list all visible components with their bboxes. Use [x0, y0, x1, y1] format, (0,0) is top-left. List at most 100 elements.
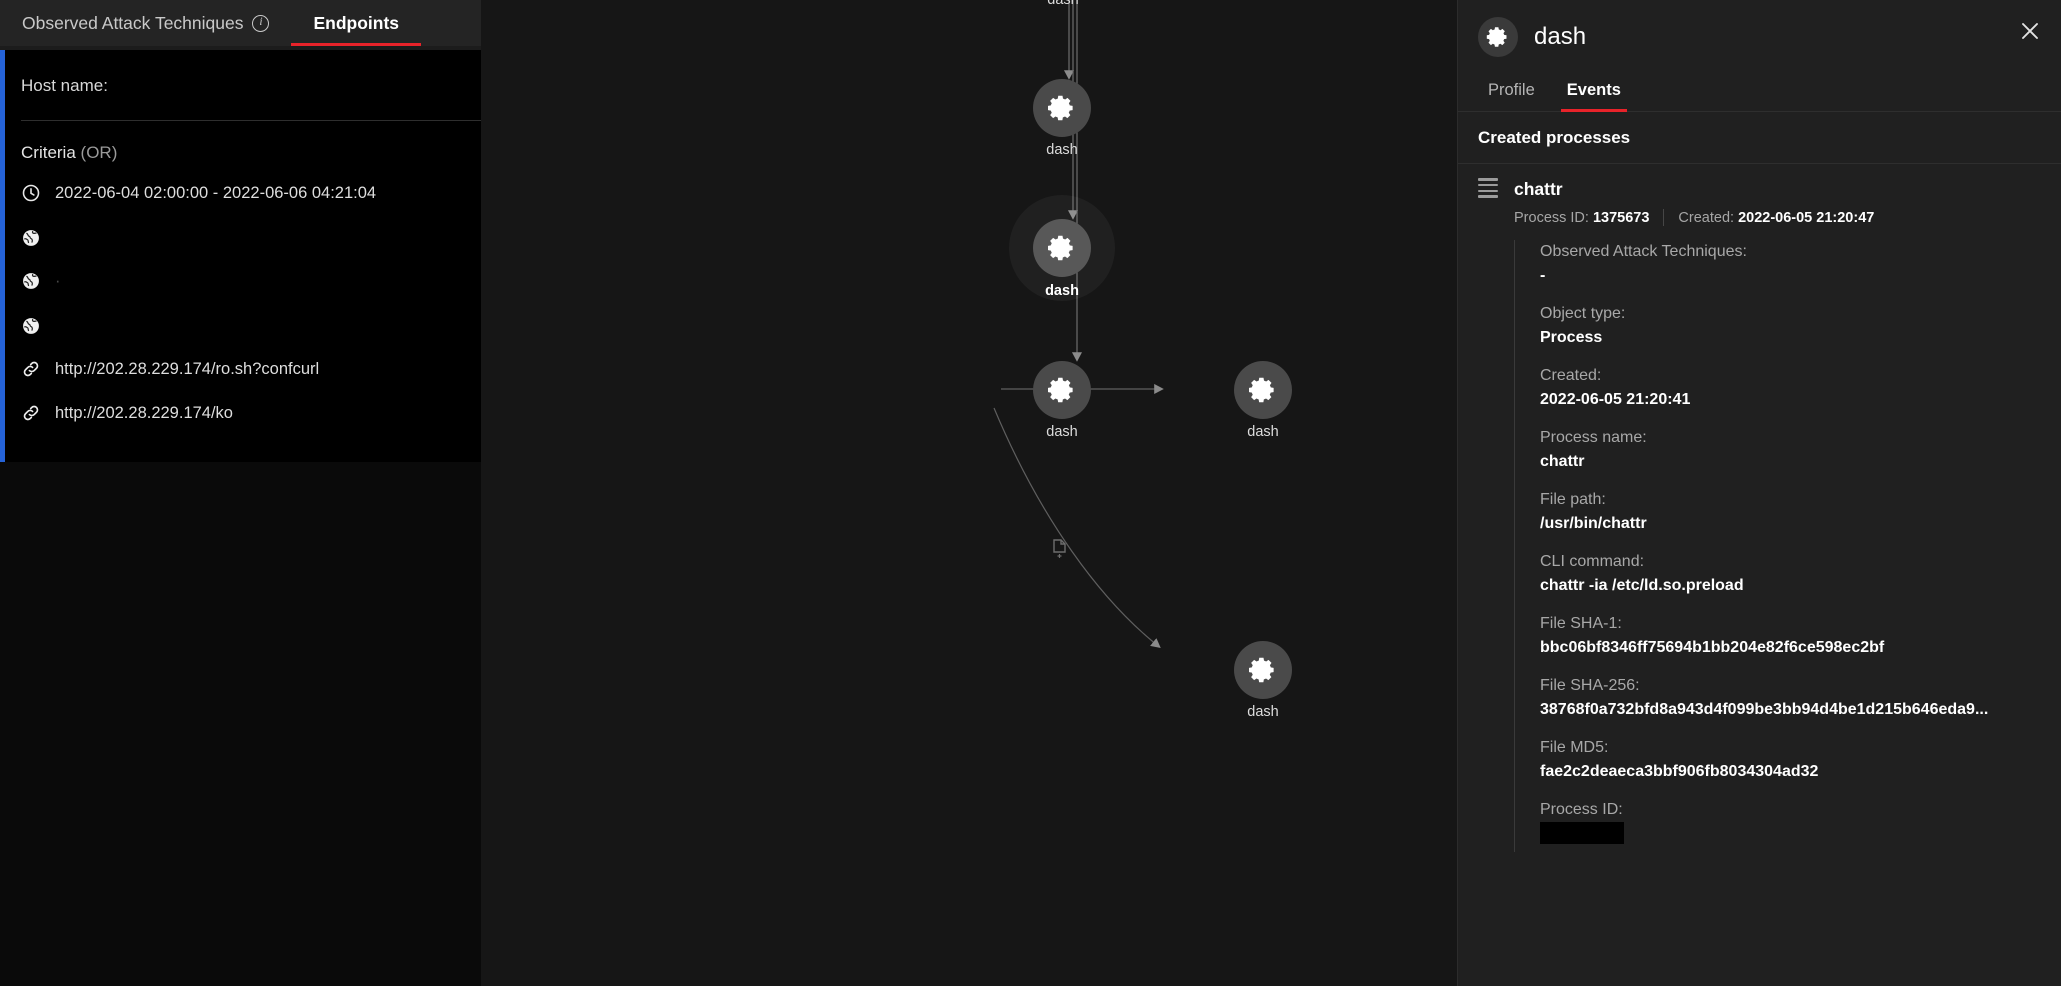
criteria-label: Criteria [21, 143, 76, 162]
details-panel: dash Profile Events Created processes ch… [1457, 0, 2061, 986]
field-key: File SHA-256: [1540, 677, 1640, 695]
field-value: - [1540, 267, 1546, 285]
graph-node-label[interactable]: dash [1203, 424, 1323, 440]
details-panel-tabs: Profile Events [1458, 72, 2061, 112]
gear-icon [1048, 95, 1073, 121]
process-graph-canvas[interactable]: dash dash dash dash dash dash [481, 0, 1457, 986]
field-value: fae2c2deaeca3bbf906fb8034304ad32 [1540, 763, 1819, 781]
tab-label: Profile [1488, 81, 1535, 99]
gear-icon [1048, 235, 1073, 261]
event-header: chattr [1478, 178, 2041, 201]
process-id-value: 1375673 [1592, 209, 1650, 226]
field-value: chattr [1540, 453, 1585, 471]
app-root: Observed Attack Techniques i Endpoints H… [0, 0, 2061, 986]
graph-node-dash[interactable] [1234, 641, 1292, 699]
gear-icon [1486, 27, 1507, 47]
criteria-item-domain-1[interactable] [0, 216, 481, 259]
graph-node-label[interactable]: dash [1203, 704, 1323, 720]
events-list[interactable]: chattr Process ID: 1375673 Created: 2022… [1458, 164, 2061, 986]
field-value: bbc06bf8346ff75694b1bb204e82f6ce598ec2bf [1540, 639, 1885, 657]
tab-endpoints[interactable]: Endpoints [291, 0, 421, 46]
graph-node-dash[interactable] [1234, 361, 1292, 419]
host-name-label: Host name: [21, 76, 108, 95]
field-key: Process name: [1540, 429, 1647, 447]
field-key: Process ID: [1540, 801, 1623, 819]
criteria-card: Host name: Criteria (OR) 2022-06-04 02:0… [0, 50, 481, 463]
graph-node-label[interactable]: dash [1002, 142, 1122, 158]
criteria-item-domain-2[interactable]: · [0, 259, 481, 304]
field-created: Created: 2022-06-05 21:20:41 [1540, 364, 2041, 412]
field-object-type: Object type: Process [1540, 302, 2041, 350]
criteria-item-text: · [55, 271, 61, 290]
details-panel-title: dash [1534, 23, 1587, 50]
graph-node-label[interactable]: dash [1003, 0, 1123, 8]
graph-node-dash[interactable] [1033, 361, 1091, 419]
graph-edges [993, 0, 1164, 649]
tab-label: Events [1566, 81, 1621, 99]
gear-icon [1249, 377, 1274, 403]
created-meta: Created: 2022-06-05 21:20:47 [1678, 210, 1874, 226]
event-field-list: Observed Attack Techniques: - Object typ… [1514, 240, 2041, 853]
tab-label: Observed Attack Techniques [22, 12, 244, 33]
field-value: chattr -ia /etc/ld.so.preload [1540, 577, 1744, 595]
tab-profile[interactable]: Profile [1472, 72, 1551, 111]
globe-icon [21, 228, 41, 248]
field-key: Created: [1540, 367, 1602, 385]
field-value-redacted [1540, 822, 2041, 852]
close-icon[interactable] [2013, 14, 2047, 48]
criteria-item-text: http://202.28.229.174/ro.sh?confcurl [55, 359, 320, 378]
field-process-name: Process name: chattr [1540, 426, 2041, 474]
field-process-id: Process ID: [1540, 798, 2041, 852]
criteria-item-time-range[interactable]: 2022-06-04 02:00:00 - 2022-06-06 04:21:0… [0, 171, 481, 216]
criteria-item-url-2[interactable]: http://202.28.229.174/ko [0, 391, 481, 436]
avatar [1478, 17, 1518, 57]
event-meta: Process ID: 1375673 Created: 2022-06-05 … [1478, 201, 2041, 227]
created-value: 2022-06-05 21:20:47 [1738, 209, 1875, 226]
field-value: 2022-06-05 21:20:41 [1540, 391, 1691, 409]
event-name: chattr [1514, 179, 1563, 200]
criteria-item-text: http://202.28.229.174/ko [55, 404, 233, 423]
globe-icon [21, 271, 41, 291]
link-icon [21, 359, 41, 379]
process-id-meta: Process ID: 1375673 [1514, 210, 1649, 226]
field-key: Observed Attack Techniques: [1540, 243, 1747, 261]
left-column: Observed Attack Techniques i Endpoints H… [0, 0, 481, 986]
field-file-sha1: File SHA-1: bbc06bf8346ff75694b1bb204e82… [1540, 612, 2041, 660]
gear-icon [1249, 657, 1274, 683]
field-cli-command: CLI command: chattr -ia /etc/ld.so.prelo… [1540, 550, 2041, 598]
drag-handle-icon[interactable] [1478, 178, 1498, 201]
field-key: File SHA-1: [1540, 615, 1622, 633]
field-observed-attack-techniques: Observed Attack Techniques: - [1540, 240, 2041, 288]
criteria-item-domain-3[interactable] [0, 304, 481, 347]
section-title-created-processes: Created processes [1458, 112, 2061, 164]
field-value: Process [1540, 329, 1603, 347]
details-panel-header: dash [1458, 0, 2061, 72]
criteria-operator: (OR) [80, 143, 118, 162]
info-icon[interactable]: i [252, 14, 270, 32]
field-key: CLI command: [1540, 553, 1645, 571]
graph-node-dash-selected[interactable] [1033, 219, 1091, 277]
tab-events[interactable]: Events [1551, 72, 1637, 112]
process-id-label: Process ID: [1514, 209, 1589, 226]
left-tabbar: Observed Attack Techniques i Endpoints [0, 0, 481, 46]
link-icon [21, 403, 41, 423]
event-item-chattr[interactable]: chattr Process ID: 1375673 Created: 2022… [1458, 164, 2061, 853]
tab-observed-attack-techniques[interactable]: Observed Attack Techniques i [0, 0, 291, 46]
field-value: /usr/bin/chattr [1540, 515, 1647, 533]
criteria-item-url-1[interactable]: http://202.28.229.174/ro.sh?confcurl [0, 347, 481, 392]
graph-node-label[interactable]: dash [1002, 283, 1122, 299]
created-label: Created: [1678, 209, 1735, 226]
graph-node-dash[interactable] [1033, 79, 1091, 137]
criteria-heading: Criteria (OR) [0, 121, 481, 171]
criteria-item-text: 2022-06-04 02:00:00 - 2022-06-06 04:21:0… [55, 184, 377, 202]
redaction-box [1540, 822, 1624, 845]
gear-icon [1048, 377, 1073, 403]
field-file-path: File path: /usr/bin/chattr [1540, 488, 2041, 536]
tab-label: Endpoints [313, 12, 400, 33]
field-file-md5: File MD5: fae2c2deaeca3bbf906fb8034304ad… [1540, 736, 2041, 784]
field-file-sha256: File SHA-256: 38768f0a732bfd8a943d4f099b… [1540, 674, 2041, 722]
clock-icon [21, 183, 41, 203]
meta-divider [1663, 209, 1665, 227]
graph-node-label[interactable]: dash [1002, 424, 1122, 440]
globe-icon [21, 316, 41, 336]
